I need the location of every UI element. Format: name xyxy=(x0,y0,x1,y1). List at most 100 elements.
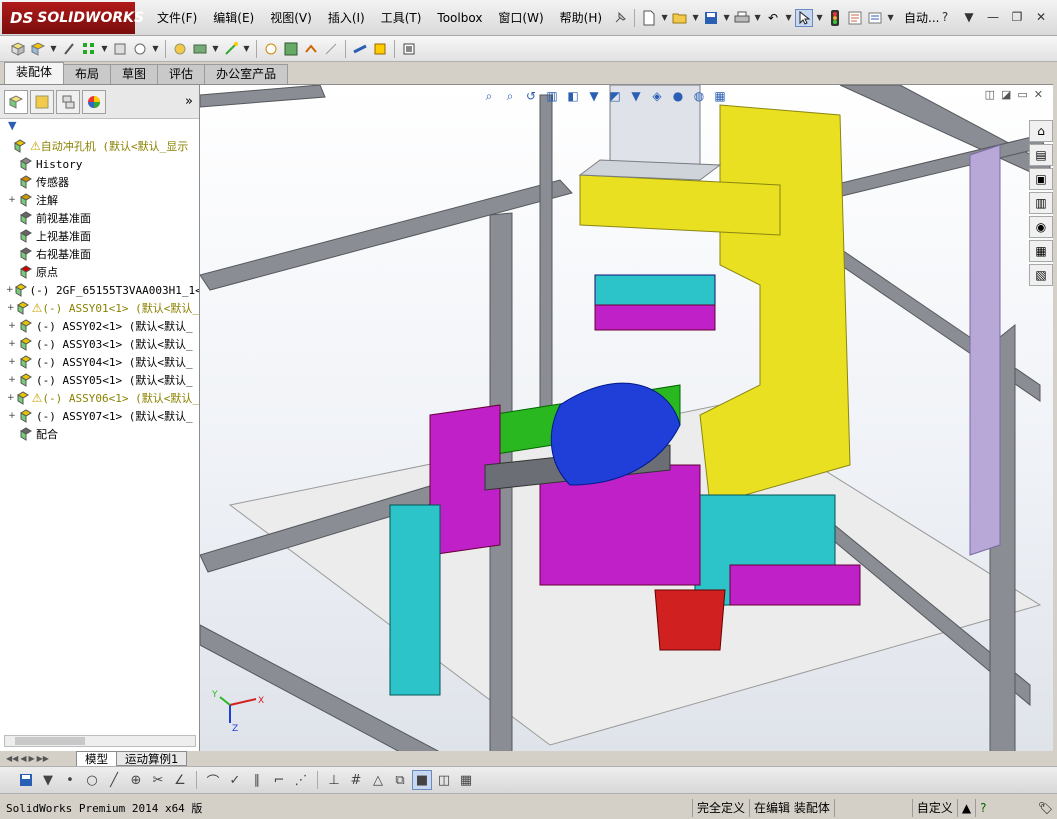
chevron-down-icon[interactable]: ▼ xyxy=(627,87,645,105)
first-tab-icon[interactable]: ◀◀ xyxy=(6,754,18,763)
next-tab-icon[interactable]: ▶ xyxy=(28,754,34,763)
view-orientation-icon[interactable]: ◧ xyxy=(564,87,582,105)
save-icon[interactable] xyxy=(702,9,720,27)
print-icon[interactable] xyxy=(733,9,751,27)
graphics-area[interactable]: X Y Z ⌕ ⌕ ↺ ▥ ◧ ▼ ◩ ▼ ◈ ● ◍ ▦ ◫ ◪ ▭ ✕ xyxy=(200,84,1053,751)
view-palette-icon[interactable]: ▥ xyxy=(1029,192,1053,214)
expand-icon[interactable]: + xyxy=(6,303,16,313)
triangle-icon[interactable]: △ xyxy=(368,770,388,790)
tree-item[interactable]: 前视基准面 xyxy=(0,209,199,227)
insert-component-icon[interactable] xyxy=(9,40,27,58)
exploded-view-icon[interactable] xyxy=(302,40,320,58)
units-chevron-icon[interactable]: ▲ xyxy=(956,798,975,817)
viewport-close-icon[interactable]: ✕ xyxy=(1034,88,1043,101)
smart-dimension-icon[interactable]: ⊥ xyxy=(324,770,344,790)
centerpoint-icon[interactable]: ⊕ xyxy=(126,770,146,790)
menu-insert[interactable]: 插入(I) xyxy=(320,7,373,29)
expand-icon[interactable]: + xyxy=(6,321,18,331)
smart-fasteners-icon[interactable] xyxy=(111,40,129,58)
forum-icon[interactable]: ▧ xyxy=(1029,264,1053,286)
hide-show-items-icon[interactable]: ◈ xyxy=(648,87,666,105)
tree-item[interactable]: History xyxy=(0,155,199,173)
display-manager-tab-icon[interactable] xyxy=(82,89,106,114)
tree-item[interactable]: 上视基准面 xyxy=(0,227,199,245)
tree-item[interactable]: 传感器 xyxy=(0,173,199,191)
units-status[interactable]: 自定义 xyxy=(911,798,957,817)
tree-item[interactable]: 右视基准面 xyxy=(0,245,199,263)
assembly-model-view[interactable]: X Y Z xyxy=(200,85,1053,751)
tree-item[interactable]: + (-) ASSY02<1> (默认<默认_ xyxy=(0,317,199,335)
menu-toolbox[interactable]: Toolbox xyxy=(429,7,490,29)
bill-of-materials-icon[interactable] xyxy=(282,40,300,58)
tab-office-products[interactable]: 办公室产品 xyxy=(204,64,289,84)
close-icon[interactable]: ✕ xyxy=(1031,8,1051,26)
chevron-down-icon[interactable]: ▼ xyxy=(49,40,58,58)
tree-item[interactable]: + (-) ASSY03<1> (默认<默认_ xyxy=(0,335,199,353)
chevron-down-icon[interactable]: ▼ xyxy=(151,40,160,58)
filter-icon[interactable]: ▼ xyxy=(0,119,199,135)
expand-icon[interactable]: + xyxy=(6,195,18,205)
sketch-fillet-icon[interactable]: ⌒ xyxy=(203,770,223,790)
viewport-restore-icon[interactable]: ◪ xyxy=(1001,88,1011,101)
tree-item[interactable]: + (-) ASSY07<1> (默认<默认_ xyxy=(0,407,199,425)
large-design-review-icon[interactable] xyxy=(400,40,418,58)
expand-icon[interactable]: + xyxy=(6,357,18,367)
assembly-features-icon[interactable] xyxy=(191,40,209,58)
file-explorer-icon[interactable]: ▣ xyxy=(1029,168,1053,190)
new-motion-study-icon[interactable] xyxy=(262,40,280,58)
tab-model[interactable]: 模型 xyxy=(76,751,117,766)
show-hidden-icon[interactable] xyxy=(171,40,189,58)
help-icon[interactable]: ? xyxy=(935,8,955,26)
zoom-to-area-icon[interactable]: ⌕ xyxy=(501,87,519,105)
pane-more-chevron-icon[interactable]: » xyxy=(185,94,193,109)
last-tab-icon[interactable]: ▶▶ xyxy=(37,754,49,763)
trim-icon[interactable]: ✂ xyxy=(148,770,168,790)
expand-icon[interactable]: + xyxy=(6,375,18,385)
feature-tree-tab-icon[interactable] xyxy=(4,89,28,114)
minimize-icon[interactable]: — xyxy=(983,8,1003,26)
zoom-to-fit-icon[interactable]: ⌕ xyxy=(480,87,498,105)
configuration-manager-tab-icon[interactable] xyxy=(56,89,80,114)
check-icon[interactable]: ✓ xyxy=(225,770,245,790)
explode-line-sketch-icon[interactable] xyxy=(322,40,340,58)
tree-item[interactable]: + (-) 2GF_65155T3VAA003H1_1< xyxy=(0,281,199,299)
chevron-down-icon[interactable]: ▼ xyxy=(815,9,824,27)
property-manager-tab-icon[interactable] xyxy=(30,89,54,114)
instant3d-icon[interactable] xyxy=(371,40,389,58)
options-icon[interactable] xyxy=(866,9,884,27)
grid-icon[interactable]: # xyxy=(346,770,366,790)
chevron-down-icon[interactable]: ▼ xyxy=(100,40,109,58)
view-settings-icon[interactable]: ▦ xyxy=(711,87,729,105)
tree-item[interactable]: + ⚠ (-) ASSY01<1> (默认<默认_ xyxy=(0,299,199,317)
menu-tools[interactable]: 工具(T) xyxy=(373,7,430,29)
new-document-icon[interactable] xyxy=(640,9,658,27)
viewport-split-icon[interactable]: ◫ xyxy=(985,88,995,101)
save-icon[interactable] xyxy=(16,770,36,790)
chevron-down-icon[interactable]: ▼ xyxy=(242,40,251,58)
tab-assembly[interactable]: 装配体 xyxy=(4,62,65,84)
point-icon[interactable]: • xyxy=(60,770,80,790)
undo-icon[interactable]: ↶ xyxy=(764,9,782,27)
menu-window[interactable]: 窗口(W) xyxy=(490,7,551,29)
chevron-down-icon[interactable]: ▼ xyxy=(784,9,793,27)
display-style-icon[interactable]: ◩ xyxy=(606,87,624,105)
mate-icon[interactable] xyxy=(60,40,78,58)
expand-icon[interactable]: + xyxy=(6,411,18,421)
tab-layout[interactable]: 布局 xyxy=(63,64,112,84)
expand-icon[interactable]: + xyxy=(6,393,16,403)
camera-icon[interactable]: ◫ xyxy=(434,770,454,790)
tab-motion-study-1[interactable]: 运动算例1 xyxy=(116,751,188,766)
tree-item[interactable]: + ⚠ (-) ASSY06<1> (默认<默认_ xyxy=(0,389,199,407)
edit-appearance-icon[interactable]: ● xyxy=(669,87,687,105)
tab-sketch[interactable]: 草图 xyxy=(110,64,159,84)
solidworks-logo[interactable]: DS SOLIDWORKS xyxy=(2,1,144,34)
parallel-icon[interactable]: ∥ xyxy=(247,770,267,790)
tree-item[interactable]: 原点 xyxy=(0,263,199,281)
tree-item[interactable]: 配合 xyxy=(0,425,199,443)
circle-icon[interactable]: ○ xyxy=(82,770,102,790)
chevron-down-icon[interactable]: ▼ xyxy=(211,40,220,58)
construction-geometry-icon[interactable]: ⋰ xyxy=(291,770,311,790)
chevron-down-icon[interactable]: ▼ xyxy=(886,9,895,27)
line-icon[interactable]: ╱ xyxy=(104,770,124,790)
menu-edit[interactable]: 编辑(E) xyxy=(205,7,262,29)
